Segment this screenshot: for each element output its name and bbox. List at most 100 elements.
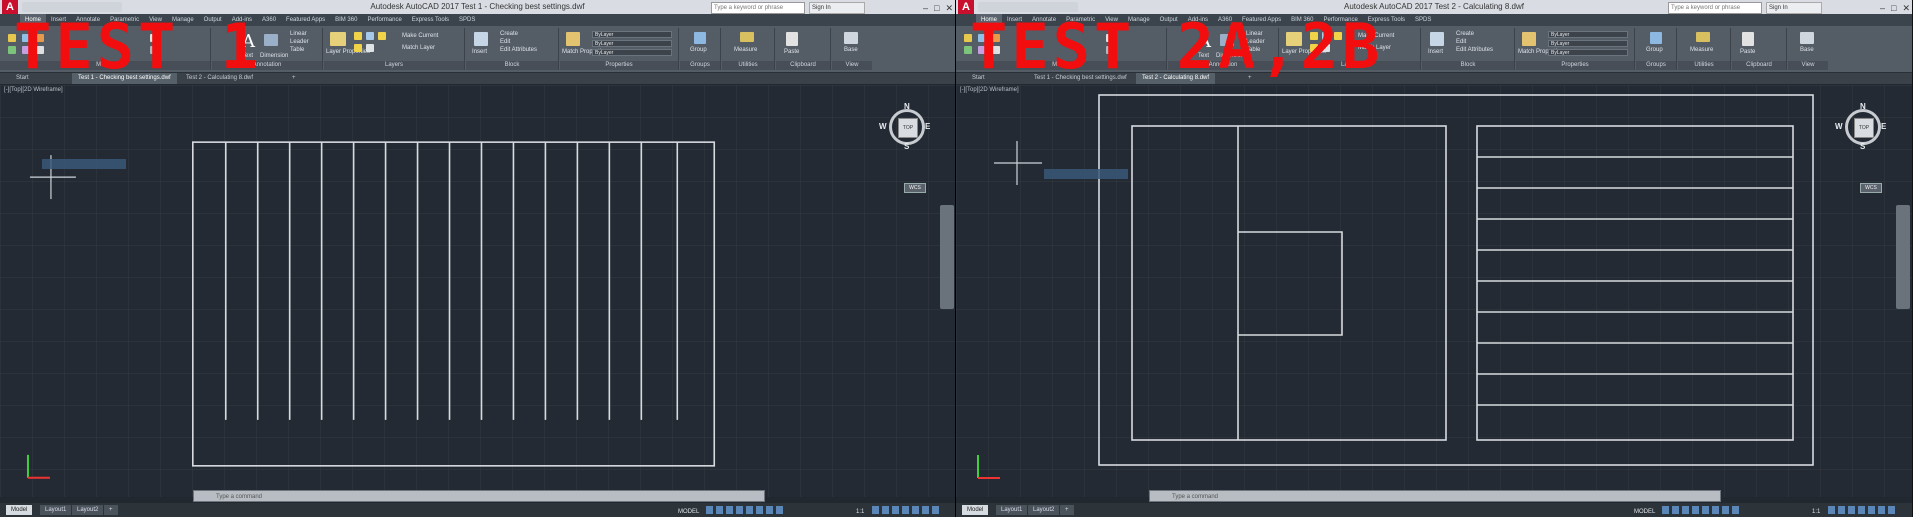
- tab-spds[interactable]: SPDS: [1410, 14, 1436, 26]
- close-icon[interactable]: ✕: [1902, 1, 1910, 15]
- group-label[interactable]: Group: [690, 47, 707, 53]
- view-cube-top-face[interactable]: TOP: [898, 118, 918, 138]
- outer-frame-rectangle[interactable]: [1098, 94, 1814, 466]
- linetype-dropdown[interactable]: ByLayer: [592, 49, 672, 56]
- search-input[interactable]: Type a keyword or phrase: [1668, 2, 1762, 14]
- layout-tab-layout1[interactable]: Layout1: [996, 505, 1028, 515]
- workspace-gear-icon[interactable]: [872, 506, 879, 514]
- insert-block-icon[interactable]: [474, 32, 488, 46]
- units-icon[interactable]: [892, 506, 899, 514]
- snap-icon[interactable]: [716, 506, 723, 514]
- lineweight-icon[interactable]: [1722, 506, 1729, 514]
- insert-label[interactable]: Insert: [1428, 49, 1443, 55]
- annotation-monitor-icon[interactable]: [1838, 506, 1845, 514]
- sign-in-button[interactable]: Sign In: [809, 2, 865, 14]
- compass-north[interactable]: N: [1860, 102, 1866, 111]
- layout-tab-layout2[interactable]: Layout2: [72, 505, 104, 515]
- layout-tab-layout2[interactable]: Layout2: [1028, 505, 1060, 515]
- quick-properties-icon[interactable]: [902, 506, 909, 514]
- notch-outline[interactable]: [1238, 231, 1343, 336]
- layer-properties-icon[interactable]: [330, 32, 346, 46]
- lineweight-icon[interactable]: [766, 506, 773, 514]
- tab-spds[interactable]: SPDS: [454, 14, 480, 26]
- otrack-icon[interactable]: [756, 506, 763, 514]
- add-layout-icon[interactable]: +: [1060, 505, 1074, 515]
- tab-featured-apps[interactable]: Featured Apps: [281, 14, 330, 26]
- tab-bim-360[interactable]: BIM 360: [330, 14, 362, 26]
- paste-label[interactable]: Paste: [784, 49, 799, 55]
- view-cube[interactable]: TOP N S E W: [1835, 102, 1886, 151]
- command-line-input[interactable]: Type a command: [193, 490, 765, 502]
- left-square[interactable]: [1131, 125, 1447, 441]
- customize-icon[interactable]: [932, 506, 939, 514]
- search-input[interactable]: Type a keyword or phrase: [711, 2, 805, 14]
- insert-label[interactable]: Insert: [472, 49, 487, 55]
- view-cube-top-face[interactable]: TOP: [1854, 118, 1874, 138]
- base-label[interactable]: Base: [1800, 47, 1814, 53]
- wcs-menu[interactable]: WCS: [1860, 183, 1882, 193]
- lineweight-dropdown[interactable]: ByLayer: [592, 40, 672, 47]
- model-space-toggle[interactable]: MODEL: [1634, 505, 1655, 517]
- drawing-canvas[interactable]: [956, 85, 1912, 497]
- paste-label[interactable]: Paste: [1740, 49, 1755, 55]
- dimension-label[interactable]: Dimension: [260, 53, 288, 59]
- osnap-icon[interactable]: [746, 506, 753, 514]
- layout-tab-layout1[interactable]: Layout1: [40, 505, 72, 515]
- group-label[interactable]: Group: [1646, 47, 1663, 53]
- osnap-icon[interactable]: [1702, 506, 1709, 514]
- tab-express-tools[interactable]: Express Tools: [407, 14, 454, 26]
- match-layer-label[interactable]: Match Layer: [402, 45, 435, 51]
- linetype-dropdown[interactable]: ByLayer: [1548, 49, 1628, 56]
- ortho-icon[interactable]: [1682, 506, 1689, 514]
- compass-west[interactable]: W: [879, 122, 887, 131]
- grid-icon[interactable]: [706, 506, 713, 514]
- isolate-objects-icon[interactable]: [912, 506, 919, 514]
- match-properties-icon[interactable]: [566, 32, 580, 46]
- edit-block-label[interactable]: Edit: [500, 39, 510, 45]
- ortho-icon[interactable]: [726, 506, 733, 514]
- layer-properties-label[interactable]: Layer Properties: [326, 49, 370, 55]
- layer-iso-icon[interactable]: [354, 44, 362, 52]
- close-icon[interactable]: ✕: [945, 1, 953, 15]
- navigation-bar[interactable]: [940, 205, 954, 309]
- minimize-icon[interactable]: –: [1880, 1, 1885, 15]
- base-view-icon[interactable]: [844, 32, 858, 44]
- annotation-scale[interactable]: 1:1: [856, 505, 864, 517]
- table-label[interactable]: Table: [290, 47, 304, 53]
- edit-attributes-label[interactable]: Edit Attributes: [500, 47, 537, 53]
- outer-rectangle[interactable]: [191, 141, 716, 467]
- compass-east[interactable]: E: [1881, 122, 1886, 131]
- transparency-icon[interactable]: [1732, 506, 1739, 514]
- paste-icon[interactable]: [1742, 32, 1754, 46]
- compass-north[interactable]: N: [904, 102, 910, 111]
- maximize-icon[interactable]: □: [1891, 1, 1896, 15]
- leader-label[interactable]: Leader: [290, 39, 309, 45]
- workspace-gear-icon[interactable]: [1828, 506, 1835, 514]
- group-icon[interactable]: [694, 32, 706, 44]
- minimize-icon[interactable]: –: [923, 1, 928, 15]
- base-label[interactable]: Base: [844, 47, 858, 53]
- model-space-toggle[interactable]: MODEL: [678, 505, 699, 517]
- polar-icon[interactable]: [736, 506, 743, 514]
- drawing-viewport[interactable]: [-][Top][2D Wireframe] TOP N S E W WCS: [0, 85, 955, 497]
- compass-south[interactable]: S: [904, 142, 909, 151]
- measure-label[interactable]: Measure: [1690, 47, 1713, 53]
- layer-on-icon[interactable]: [354, 32, 362, 40]
- maximize-icon[interactable]: □: [934, 1, 939, 15]
- create-block-label[interactable]: Create: [1456, 31, 1474, 37]
- make-current-label[interactable]: Make Current: [402, 33, 438, 39]
- create-block-label[interactable]: Create: [500, 31, 518, 37]
- sign-in-button[interactable]: Sign In: [1766, 2, 1822, 14]
- vertical-line-set[interactable]: [224, 142, 679, 420]
- layer-lock-icon[interactable]: [378, 32, 386, 40]
- edit-attributes-label[interactable]: Edit Attributes: [1456, 47, 1493, 53]
- snap-icon[interactable]: [1672, 506, 1679, 514]
- view-cube[interactable]: TOP N S E W: [879, 102, 930, 151]
- wcs-menu[interactable]: WCS: [904, 183, 926, 193]
- add-layout-icon[interactable]: +: [104, 505, 118, 515]
- layout-tab-model[interactable]: Model: [6, 505, 33, 515]
- clean-screen-icon[interactable]: [922, 506, 929, 514]
- quick-properties-icon[interactable]: [1858, 506, 1865, 514]
- group-icon[interactable]: [1650, 32, 1662, 44]
- compass-south[interactable]: S: [1860, 142, 1865, 151]
